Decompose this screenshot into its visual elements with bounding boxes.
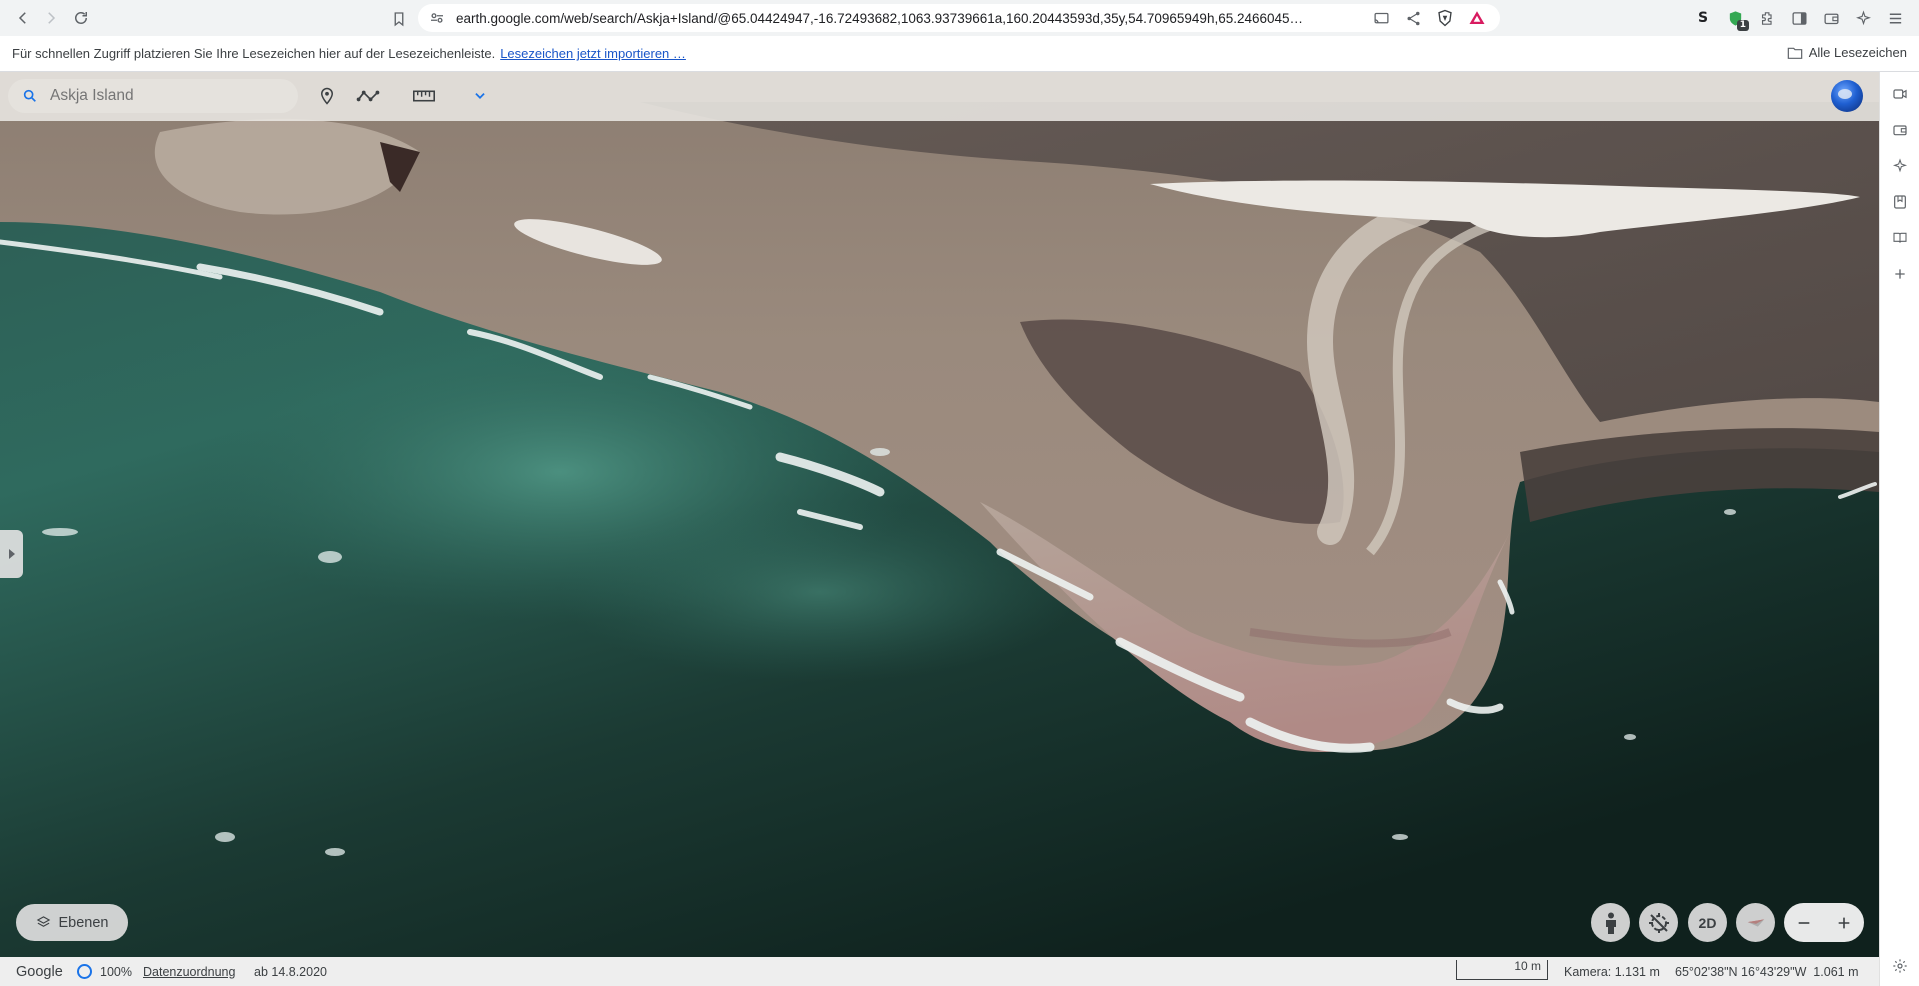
extension-s-icon[interactable]: S bbox=[1689, 4, 1717, 32]
imagery-date: ab 14.8.2020 bbox=[254, 964, 327, 979]
pegman-icon bbox=[1605, 912, 1616, 934]
scale-bar: 10 m bbox=[1456, 959, 1548, 980]
scale-label: 10 m bbox=[1514, 959, 1541, 973]
draw-path-button[interactable] bbox=[354, 82, 382, 110]
compass-icon bbox=[1747, 918, 1764, 927]
brave-shield-icon[interactable] bbox=[1432, 5, 1458, 31]
bookmarks-bar-message: Für schnellen Zugriff platzieren Sie Ihr… bbox=[12, 46, 496, 61]
extension-badge: 1 bbox=[1736, 20, 1749, 31]
plus-icon bbox=[1838, 917, 1850, 928]
url-text[interactable]: earth.google.com/web/search/Askja+Island… bbox=[456, 11, 1368, 26]
data-attribution-link[interactable]: Datenzuordnung bbox=[143, 965, 235, 979]
menu-icon[interactable] bbox=[1881, 4, 1909, 32]
render-percent: 100% bbox=[100, 964, 132, 979]
reload-icon bbox=[75, 12, 87, 24]
render-progress-icon bbox=[77, 964, 92, 979]
view-mode-label: 2D bbox=[1698, 914, 1717, 931]
browser-sidebar bbox=[1879, 72, 1919, 986]
tilt-reset-button[interactable] bbox=[1639, 903, 1678, 942]
address-bar[interactable]: earth.google.com/web/search/Askja+Island… bbox=[418, 4, 1500, 32]
earth-toolbar bbox=[0, 72, 1879, 121]
earth-status-bar: Google 100% Datenzuordnung ab 14.8.2020 … bbox=[0, 957, 1879, 986]
pegman-button[interactable] bbox=[1591, 903, 1630, 942]
add-placemark-button[interactable] bbox=[313, 82, 341, 110]
cursor-coordinates: 65°02'38"N 16°43'29"W 1.061 m bbox=[1675, 964, 1859, 979]
earth-search-box[interactable] bbox=[8, 79, 298, 113]
all-bookmarks-label: Alle Lesezeichen bbox=[1808, 45, 1907, 60]
extension-shield-icon[interactable]: 1 bbox=[1721, 4, 1749, 32]
layers-button[interactable]: Ebenen bbox=[16, 904, 128, 941]
compass-off-icon bbox=[1648, 912, 1669, 933]
search-icon bbox=[23, 89, 36, 102]
share-icon[interactable] bbox=[1400, 5, 1426, 31]
browser-toolbar: earth.google.com/web/search/Askja+Island… bbox=[0, 0, 1919, 36]
ruler-icon bbox=[413, 90, 435, 102]
sidebar-settings-icon[interactable] bbox=[1890, 956, 1910, 976]
brave-rewards-icon[interactable] bbox=[1464, 5, 1490, 31]
side-panel-toggle[interactable] bbox=[0, 530, 23, 578]
sidebar-reading-list-icon[interactable] bbox=[1890, 228, 1910, 248]
arrow-left-icon bbox=[18, 12, 26, 24]
search-input[interactable] bbox=[50, 87, 280, 105]
pin-icon bbox=[320, 87, 334, 105]
earth-3d-view[interactable] bbox=[0, 72, 1879, 957]
sidebar-add-icon[interactable] bbox=[1890, 264, 1910, 284]
more-tools-button[interactable] bbox=[466, 82, 494, 110]
bookmark-icon bbox=[394, 12, 404, 27]
bookmarks-bar: Für schnellen Zugriff platzieren Sie Ihr… bbox=[0, 36, 1919, 72]
extensions-puzzle-icon[interactable] bbox=[1753, 4, 1781, 32]
all-bookmarks-button[interactable]: Alle Lesezeichen bbox=[1787, 45, 1907, 60]
wallet-icon[interactable] bbox=[1817, 4, 1845, 32]
measure-button[interactable] bbox=[410, 82, 438, 110]
site-settings-icon[interactable] bbox=[428, 9, 446, 27]
leo-ai-icon[interactable] bbox=[1849, 4, 1877, 32]
forward-button[interactable] bbox=[36, 3, 66, 33]
back-button[interactable] bbox=[8, 3, 38, 33]
arrow-right-icon bbox=[48, 12, 56, 24]
sidebar-wallet-icon[interactable] bbox=[1890, 120, 1910, 140]
sidebar-bookmarks-icon[interactable] bbox=[1890, 192, 1910, 212]
bookmark-page-button[interactable] bbox=[384, 4, 414, 34]
sidebar-toggle-icon[interactable] bbox=[1785, 4, 1813, 32]
folder-icon bbox=[1787, 47, 1802, 59]
cast-icon[interactable] bbox=[1368, 5, 1394, 31]
caret-right-icon bbox=[8, 549, 15, 559]
sidebar-ai-icon[interactable] bbox=[1890, 156, 1910, 176]
layers-icon bbox=[36, 916, 50, 927]
zoom-out-button[interactable] bbox=[1784, 915, 1824, 931]
chevron-down-icon bbox=[475, 93, 485, 99]
layers-label: Ebenen bbox=[58, 914, 109, 931]
import-bookmarks-link[interactable]: Lesezeichen jetzt importieren … bbox=[500, 46, 686, 61]
zoom-controls bbox=[1784, 903, 1864, 942]
satellite-imagery[interactable] bbox=[0, 72, 1879, 957]
reload-button[interactable] bbox=[66, 3, 96, 33]
account-avatar[interactable] bbox=[1831, 80, 1863, 112]
path-icon bbox=[356, 90, 380, 102]
google-logo: Google bbox=[16, 963, 63, 980]
omnibox-actions bbox=[1368, 5, 1490, 31]
camera-altitude: Kamera: 1.131 m bbox=[1564, 964, 1660, 979]
compass-button[interactable] bbox=[1736, 903, 1775, 942]
zoom-in-button[interactable] bbox=[1824, 915, 1864, 931]
extensions-area: S 1 bbox=[1689, 4, 1919, 32]
toggle-2d-button[interactable]: 2D bbox=[1688, 903, 1727, 942]
minus-icon bbox=[1798, 921, 1810, 924]
sidebar-video-icon[interactable] bbox=[1890, 84, 1910, 104]
